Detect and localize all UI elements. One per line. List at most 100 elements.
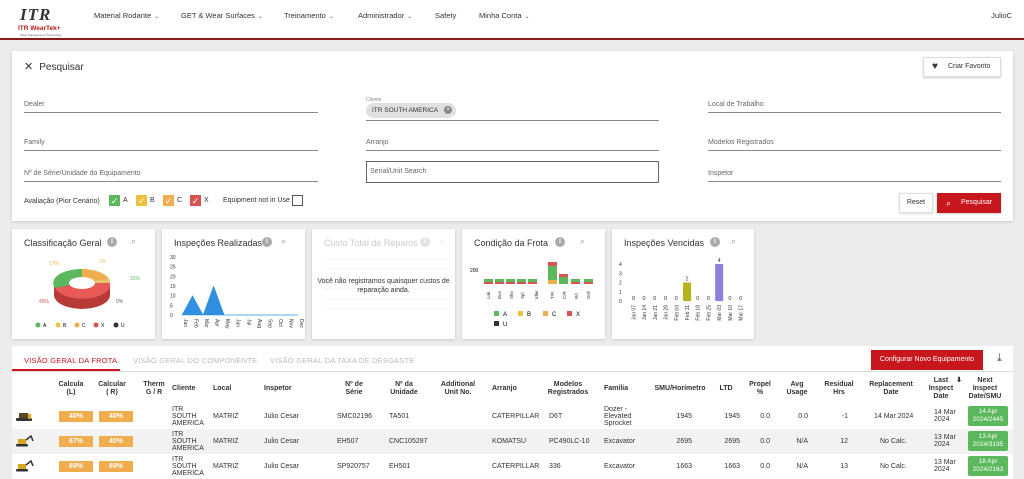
unidade-cell: EH501	[389, 463, 411, 470]
download-icon[interactable]: ⤓	[997, 352, 1002, 365]
y-tick-label: 15	[170, 284, 176, 290]
top-navigation-bar: ITR ITR WearTek+ Wear Management Technol…	[0, 0, 1024, 40]
checkbox-x[interactable]: ✓	[190, 195, 201, 206]
col-header[interactable]: Residual Hrs	[820, 381, 858, 397]
x-tick-label: Jun	[235, 319, 241, 327]
x-tick-label: Mar 03	[717, 305, 723, 321]
col-header[interactable]: Calcular ( R)	[97, 381, 127, 397]
cliente-field[interactable]: Cliente ITR SOUTH AMERICA ×	[366, 97, 659, 121]
checkbox-b-label: B	[150, 197, 155, 204]
col-header[interactable]: Modelos Registrados	[547, 381, 589, 397]
col-header[interactable]: Cliente	[172, 385, 198, 393]
col-header-last-inspect[interactable]: Last Inspect Date ⬇	[926, 377, 962, 401]
nav-treinamento[interactable]: Treinamento ⌄	[284, 11, 334, 20]
arranjo-cell: KOMATSU	[492, 438, 527, 445]
checkbox-c[interactable]: ✓	[163, 195, 174, 206]
col-header[interactable]: Nº de Série	[342, 381, 366, 397]
legend-u: U	[503, 322, 507, 328]
nav-get-wear-surfaces[interactable]: GET & Wear Surfaces ⌄	[181, 11, 263, 20]
cliente-chip[interactable]: ITR SOUTH AMERICA ×	[366, 103, 457, 118]
col-header[interactable]: Nº da Unidade	[389, 381, 419, 397]
modelos-registrados-field[interactable]: Modelos Registrados	[708, 137, 1001, 151]
create-favorite-button[interactable]: ♥ Criar Favorito	[923, 57, 1001, 77]
checkbox-b[interactable]: ✓	[136, 195, 147, 206]
inspetor-cell: Julio Cesar	[264, 463, 300, 470]
reset-button[interactable]: Reset	[899, 193, 933, 213]
checkbox-c-label: C	[177, 197, 183, 204]
chevron-down-icon: ⌄	[407, 14, 413, 20]
itr-logo[interactable]: ITR ITR WearTek+ Wear Management Technol…	[14, 5, 70, 37]
y-tick-label: 30	[170, 255, 176, 261]
table-row[interactable]: 67% 40% ITR SOUTH AMERICA MATRIZ Julio C…	[12, 429, 1013, 454]
bar	[682, 282, 692, 301]
serial-unit-search-input[interactable]: Serial/Unit Search	[366, 161, 659, 183]
series-area	[181, 285, 298, 316]
bar-value-label: 0	[653, 296, 656, 302]
bar-value-label: 0	[728, 296, 731, 302]
propel-cell: 0.0	[760, 413, 770, 420]
col-header[interactable]: Local	[213, 385, 243, 393]
x-tick-label: Sho	[509, 290, 514, 299]
checkbox-a[interactable]: ✓	[109, 195, 120, 206]
col-header[interactable]: Família	[604, 385, 634, 393]
x-tick-label: Sep	[266, 319, 272, 328]
serie-field[interactable]: Nº de Série/Unidade do Equipamento	[24, 168, 318, 182]
local-cell: MATRIZ	[213, 413, 239, 420]
x-tick-label: Feb 11	[685, 305, 691, 320]
close-icon[interactable]: ✕	[24, 61, 33, 73]
col-header[interactable]: Arranjo	[492, 385, 522, 393]
residual-cell: 12	[840, 438, 848, 445]
modelo-cell: D6T	[549, 413, 563, 420]
x-tick-label: Apr	[214, 319, 220, 327]
chip-remove-icon[interactable]: ×	[444, 106, 453, 114]
user-name[interactable]: JulioC	[991, 11, 1012, 20]
tab-visao-geral-taxa-desgaste[interactable]: VISÃO GERAL DA TAXA DE DESGASTE	[270, 356, 414, 365]
y-tick-label: 5	[170, 303, 173, 309]
col-header[interactable]: Replacement Date	[866, 381, 916, 397]
chevron-down-icon: ⌄	[328, 14, 334, 20]
nav-administrador[interactable]: Administrador ⌄	[358, 11, 412, 20]
legend-x: X	[101, 323, 105, 329]
pct-label: 3%	[99, 259, 107, 265]
dealer-field[interactable]: Dealer	[24, 99, 318, 113]
propel-cell: 0.0	[760, 463, 770, 470]
col-header[interactable]: LTD	[716, 385, 736, 393]
calcula-l-value: 40%	[59, 411, 93, 422]
nav-safety[interactable]: Safety	[435, 11, 456, 20]
nav-material-rodante[interactable]: Material Rodante ⌄	[94, 11, 159, 20]
arranjo-field[interactable]: Arranjo	[366, 137, 659, 151]
col-header[interactable]: Inspetor	[264, 385, 304, 393]
configure-new-equipment-button[interactable]: Configurar Novo Equipamento	[871, 350, 983, 370]
x-tick-label: Idler	[534, 290, 539, 299]
tab-visao-geral-frota[interactable]: VISÃO GERAL DA FROTA	[24, 356, 117, 365]
nav-minha-conta[interactable]: Minha Conta ⌄	[479, 11, 530, 20]
col-header[interactable]: Avg Usage	[784, 381, 810, 397]
col-header[interactable]: Next Inspect Date/SMU	[967, 377, 1003, 401]
y-tick-label: 10	[170, 294, 176, 300]
not-in-use-checkbox[interactable]	[292, 195, 303, 206]
chevron-down-icon: ⌄	[154, 14, 160, 20]
table-row[interactable]: 69% 69% ITR SOUTH AMERICA MATRIZ Julio C…	[12, 454, 1013, 479]
family-field[interactable]: Family	[24, 137, 318, 151]
calcula-l-value: 69%	[59, 461, 93, 472]
ltd-cell: 1945	[724, 413, 740, 420]
inspetor-field[interactable]: Inspetor	[708, 168, 1001, 182]
y-tick-label: 1	[619, 290, 622, 296]
col-header[interactable]: Calcula (L)	[57, 381, 85, 397]
col-header[interactable]: SMU/Horímetro	[652, 385, 708, 393]
local-trabalho-field[interactable]: Local de Trabalho	[708, 99, 1001, 113]
pct-label: 31%	[130, 276, 141, 282]
avg-usage-cell: 0.0	[798, 413, 808, 420]
chevron-down-icon: ⌄	[524, 14, 530, 20]
col-header[interactable]: Therm G / R	[140, 381, 168, 397]
table-row[interactable]: 40% 40% ITR SOUTH AMERICA MATRIZ Julio C…	[12, 404, 1013, 429]
x-tick-label: Mar 10	[728, 305, 734, 321]
local-cell: MATRIZ	[213, 463, 239, 470]
col-header[interactable]: Propel %	[747, 381, 773, 397]
bar-value-label: 0	[643, 296, 646, 302]
legend-a: A	[503, 312, 507, 318]
search-button[interactable]: ⌕ Pesquisar	[937, 193, 1001, 213]
tab-visao-geral-componente[interactable]: VISÃO GERAL DO COMPONENTE	[133, 356, 257, 365]
col-header[interactable]: Additional Unit No.	[437, 381, 479, 397]
chevron-down-icon: ⌄	[257, 14, 263, 20]
